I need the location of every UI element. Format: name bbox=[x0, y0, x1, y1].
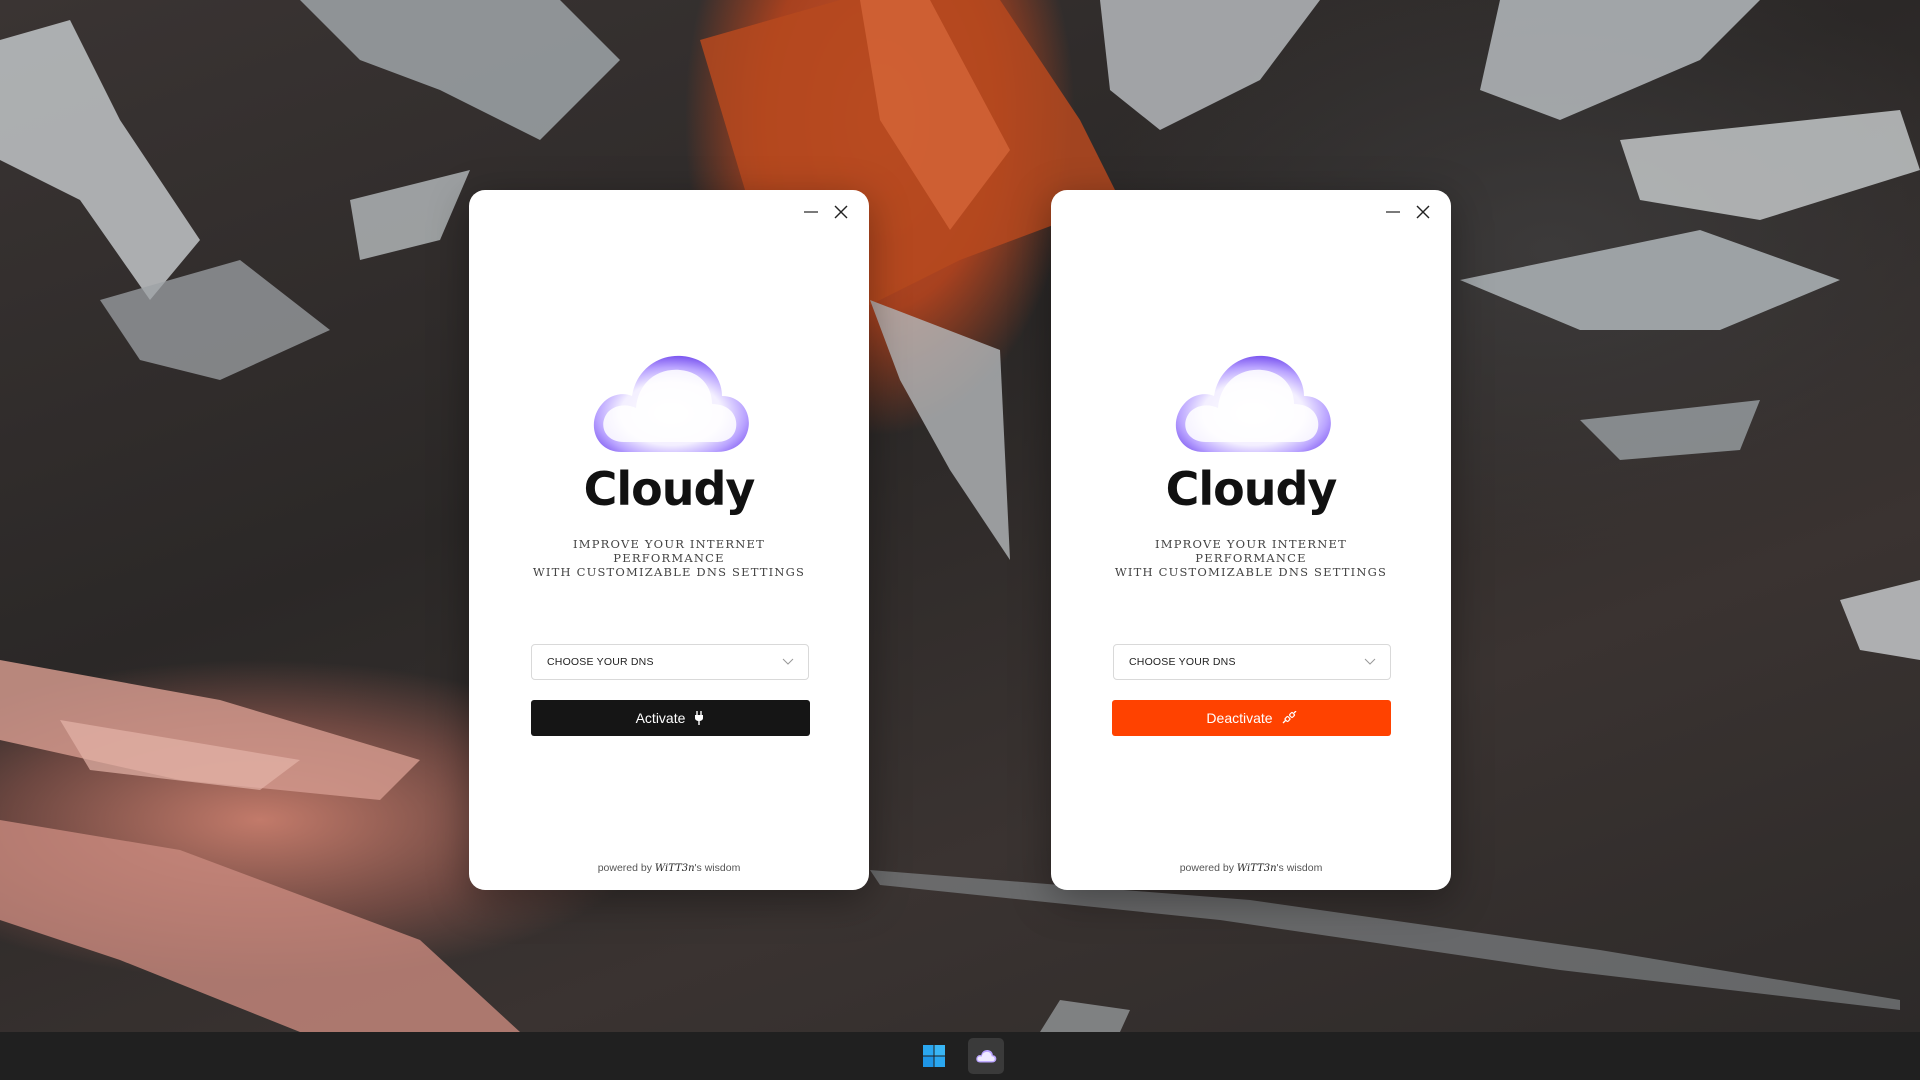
minimize-icon bbox=[804, 211, 818, 213]
app-tagline: IMPROVE YOUR INTERNET PERFORMANCE WITH C… bbox=[1111, 537, 1391, 579]
cloud-logo-icon bbox=[593, 355, 749, 452]
windows-start-icon bbox=[923, 1045, 945, 1067]
chevron-down-icon bbox=[1364, 658, 1376, 665]
activate-button-label: Activate bbox=[635, 710, 686, 726]
tagline-line-1: IMPROVE YOUR INTERNET PERFORMANCE bbox=[573, 537, 765, 565]
close-icon bbox=[1416, 205, 1430, 219]
footer-signature: WiTT3n bbox=[654, 863, 695, 874]
plug-icon bbox=[695, 711, 704, 725]
footer-prefix: powered by bbox=[597, 862, 652, 874]
minimize-button[interactable] bbox=[1383, 202, 1403, 222]
footer-signature: WiTT3n bbox=[1236, 863, 1277, 874]
footer-prefix: powered by bbox=[1179, 862, 1234, 874]
tagline-line-2: WITH CUSTOMIZABLE DNS SETTINGS bbox=[1114, 565, 1388, 579]
dns-select-placeholder: CHOOSE YOUR DNS bbox=[1129, 656, 1236, 668]
activate-button[interactable]: Activate bbox=[531, 700, 810, 736]
close-button[interactable] bbox=[831, 202, 851, 222]
tagline-line-2: WITH CUSTOMIZABLE DNS SETTINGS bbox=[532, 565, 806, 579]
cloudy-window-active: Cloudy IMPROVE YOUR INTERNET PERFORMANCE… bbox=[1051, 190, 1451, 890]
footer-suffix: 's wisdom bbox=[694, 862, 741, 874]
desktop-wallpaper bbox=[0, 0, 1920, 1032]
taskbar bbox=[0, 1032, 1920, 1080]
taskbar-cloudy-app[interactable] bbox=[968, 1038, 1004, 1074]
chevron-down-icon bbox=[782, 658, 794, 665]
deactivate-button[interactable]: Deactivate bbox=[1112, 700, 1391, 736]
cloud-logo-icon bbox=[1175, 355, 1331, 452]
cloudy-window-inactive: Cloudy IMPROVE YOUR INTERNET PERFORMANCE… bbox=[469, 190, 869, 890]
window-controls bbox=[801, 202, 851, 222]
wallpaper-art bbox=[0, 0, 1920, 1032]
app-footer: powered by WiTT3n's wisdom bbox=[1051, 862, 1451, 874]
footer-suffix: 's wisdom bbox=[1276, 862, 1323, 874]
app-footer: powered by WiTT3n's wisdom bbox=[469, 862, 869, 874]
close-icon bbox=[834, 205, 848, 219]
app-brand-title: Cloudy bbox=[583, 462, 756, 516]
taskbar-start-button[interactable] bbox=[916, 1038, 952, 1074]
tagline-line-1: IMPROVE YOUR INTERNET PERFORMANCE bbox=[1155, 537, 1347, 565]
minimize-icon bbox=[1386, 211, 1400, 213]
minimize-button[interactable] bbox=[801, 202, 821, 222]
dns-select-dropdown[interactable]: CHOOSE YOUR DNS bbox=[531, 644, 809, 680]
deactivate-button-label: Deactivate bbox=[1206, 710, 1273, 726]
dns-select-dropdown[interactable]: CHOOSE YOUR DNS bbox=[1113, 644, 1391, 680]
cloudy-app-icon bbox=[976, 1050, 997, 1063]
close-button[interactable] bbox=[1413, 202, 1433, 222]
window-controls bbox=[1383, 202, 1433, 222]
app-brand-title: Cloudy bbox=[1165, 462, 1338, 516]
app-tagline: IMPROVE YOUR INTERNET PERFORMANCE WITH C… bbox=[529, 537, 809, 579]
unplug-icon bbox=[1282, 711, 1297, 724]
dns-select-placeholder: CHOOSE YOUR DNS bbox=[547, 656, 654, 668]
